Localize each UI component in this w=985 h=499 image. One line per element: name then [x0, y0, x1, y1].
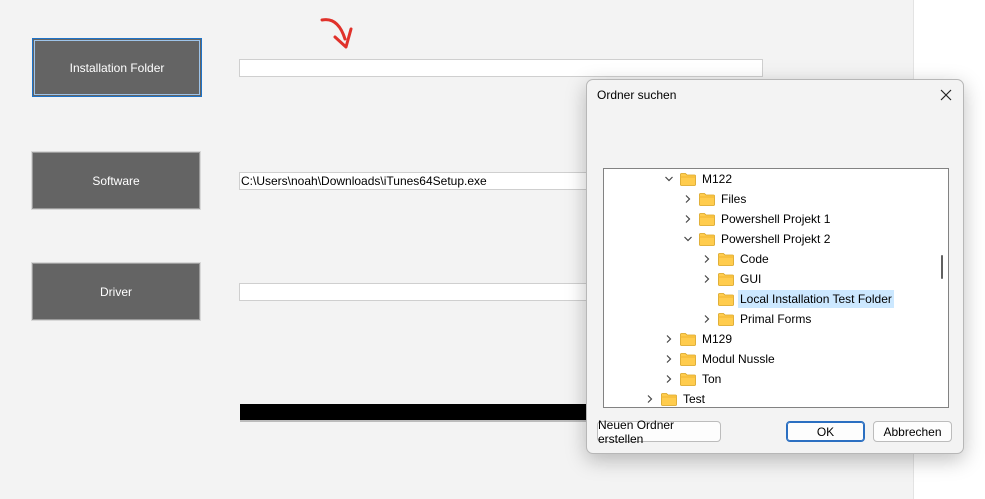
ok-button[interactable]: OK — [786, 421, 865, 442]
tree-item-label: Local Installation Test Folder — [738, 290, 894, 308]
folder-icon — [699, 192, 715, 206]
folder-icon — [718, 292, 734, 306]
tree-item[interactable]: Files — [681, 189, 748, 209]
folder-icon — [680, 172, 696, 186]
installation-progress-bar — [240, 404, 590, 422]
new-folder-button[interactable]: Neuen Ordner erstellen — [597, 418, 721, 446]
tree-item-label: GUI — [740, 272, 762, 286]
tree-item[interactable]: Powershell Projekt 1 — [681, 209, 832, 229]
scrollbar-thumb[interactable] — [941, 255, 943, 279]
tree-item-label: Code — [740, 252, 769, 266]
tree-item-label: Files — [721, 192, 747, 206]
folder-icon — [718, 272, 734, 286]
folder-icon — [699, 232, 715, 246]
chevron-right-icon[interactable] — [681, 209, 695, 229]
tree-item-label: Ton — [702, 372, 722, 386]
chevron-right-icon[interactable] — [643, 389, 657, 407]
tree-item-label: M129 — [702, 332, 733, 346]
folder-icon — [699, 212, 715, 226]
driver-button[interactable]: Driver — [31, 262, 201, 321]
tree-item[interactable]: Primal Forms — [700, 309, 813, 329]
tree-item[interactable]: GUI — [700, 269, 763, 289]
tree-item[interactable]: Ton — [662, 369, 723, 389]
tree-item-label: Powershell Projekt 1 — [721, 212, 831, 226]
tree-item[interactable]: Test — [643, 389, 707, 407]
tree-item-label: Test — [683, 392, 706, 406]
cancel-button[interactable]: Abbrechen — [873, 421, 952, 442]
chevron-right-icon[interactable] — [662, 369, 676, 389]
tree-item-label: Modul Nussle — [702, 352, 775, 366]
close-icon[interactable] — [935, 84, 957, 106]
tree-item[interactable]: Code — [700, 249, 771, 269]
tree-item[interactable]: M122 — [662, 169, 734, 189]
tree-item[interactable]: Local Installation Test Folder — [700, 289, 894, 309]
chevron-right-icon[interactable] — [700, 269, 714, 289]
installation-folder-path-field[interactable] — [239, 59, 763, 77]
red-arrow-annotation — [320, 18, 353, 49]
chevron-right-icon[interactable] — [662, 329, 676, 349]
chevron-right-icon[interactable] — [700, 309, 714, 329]
browse-folder-dialog: Ordner suchen M122 Files Powershell Projek… — [586, 79, 964, 454]
folder-icon — [680, 352, 696, 366]
software-button[interactable]: Software — [31, 151, 201, 210]
installation-folder-button[interactable]: Installation Folder — [32, 38, 202, 97]
folder-icon — [718, 312, 734, 326]
tree-scrollbar[interactable] — [934, 169, 948, 407]
dialog-title: Ordner suchen — [597, 88, 677, 102]
chevron-right-icon[interactable] — [700, 249, 714, 269]
folder-icon — [680, 372, 696, 386]
folder-tree[interactable]: M122 Files Powershell Projekt 1 Powershell … — [603, 168, 949, 408]
tree-item-label: Powershell Projekt 2 — [721, 232, 831, 246]
tree-item[interactable]: M129 — [662, 329, 734, 349]
chevron-down-icon[interactable] — [681, 229, 695, 249]
chevron-right-icon[interactable] — [681, 189, 695, 209]
chevron-right-icon[interactable] — [662, 349, 676, 369]
tree-item-label: M122 — [702, 172, 733, 186]
chevron-down-icon[interactable] — [662, 169, 676, 189]
folder-icon — [718, 252, 734, 266]
tree-item[interactable]: Modul Nussle — [662, 349, 777, 369]
folder-icon — [680, 332, 696, 346]
tree-item[interactable]: Powershell Projekt 2 — [681, 229, 832, 249]
software-path-field[interactable]: C:\Users\noah\Downloads\iTunes64Setup.ex… — [239, 172, 589, 190]
driver-path-field[interactable] — [239, 283, 589, 301]
tree-item-label: Primal Forms — [740, 312, 812, 326]
folder-icon — [661, 392, 677, 406]
